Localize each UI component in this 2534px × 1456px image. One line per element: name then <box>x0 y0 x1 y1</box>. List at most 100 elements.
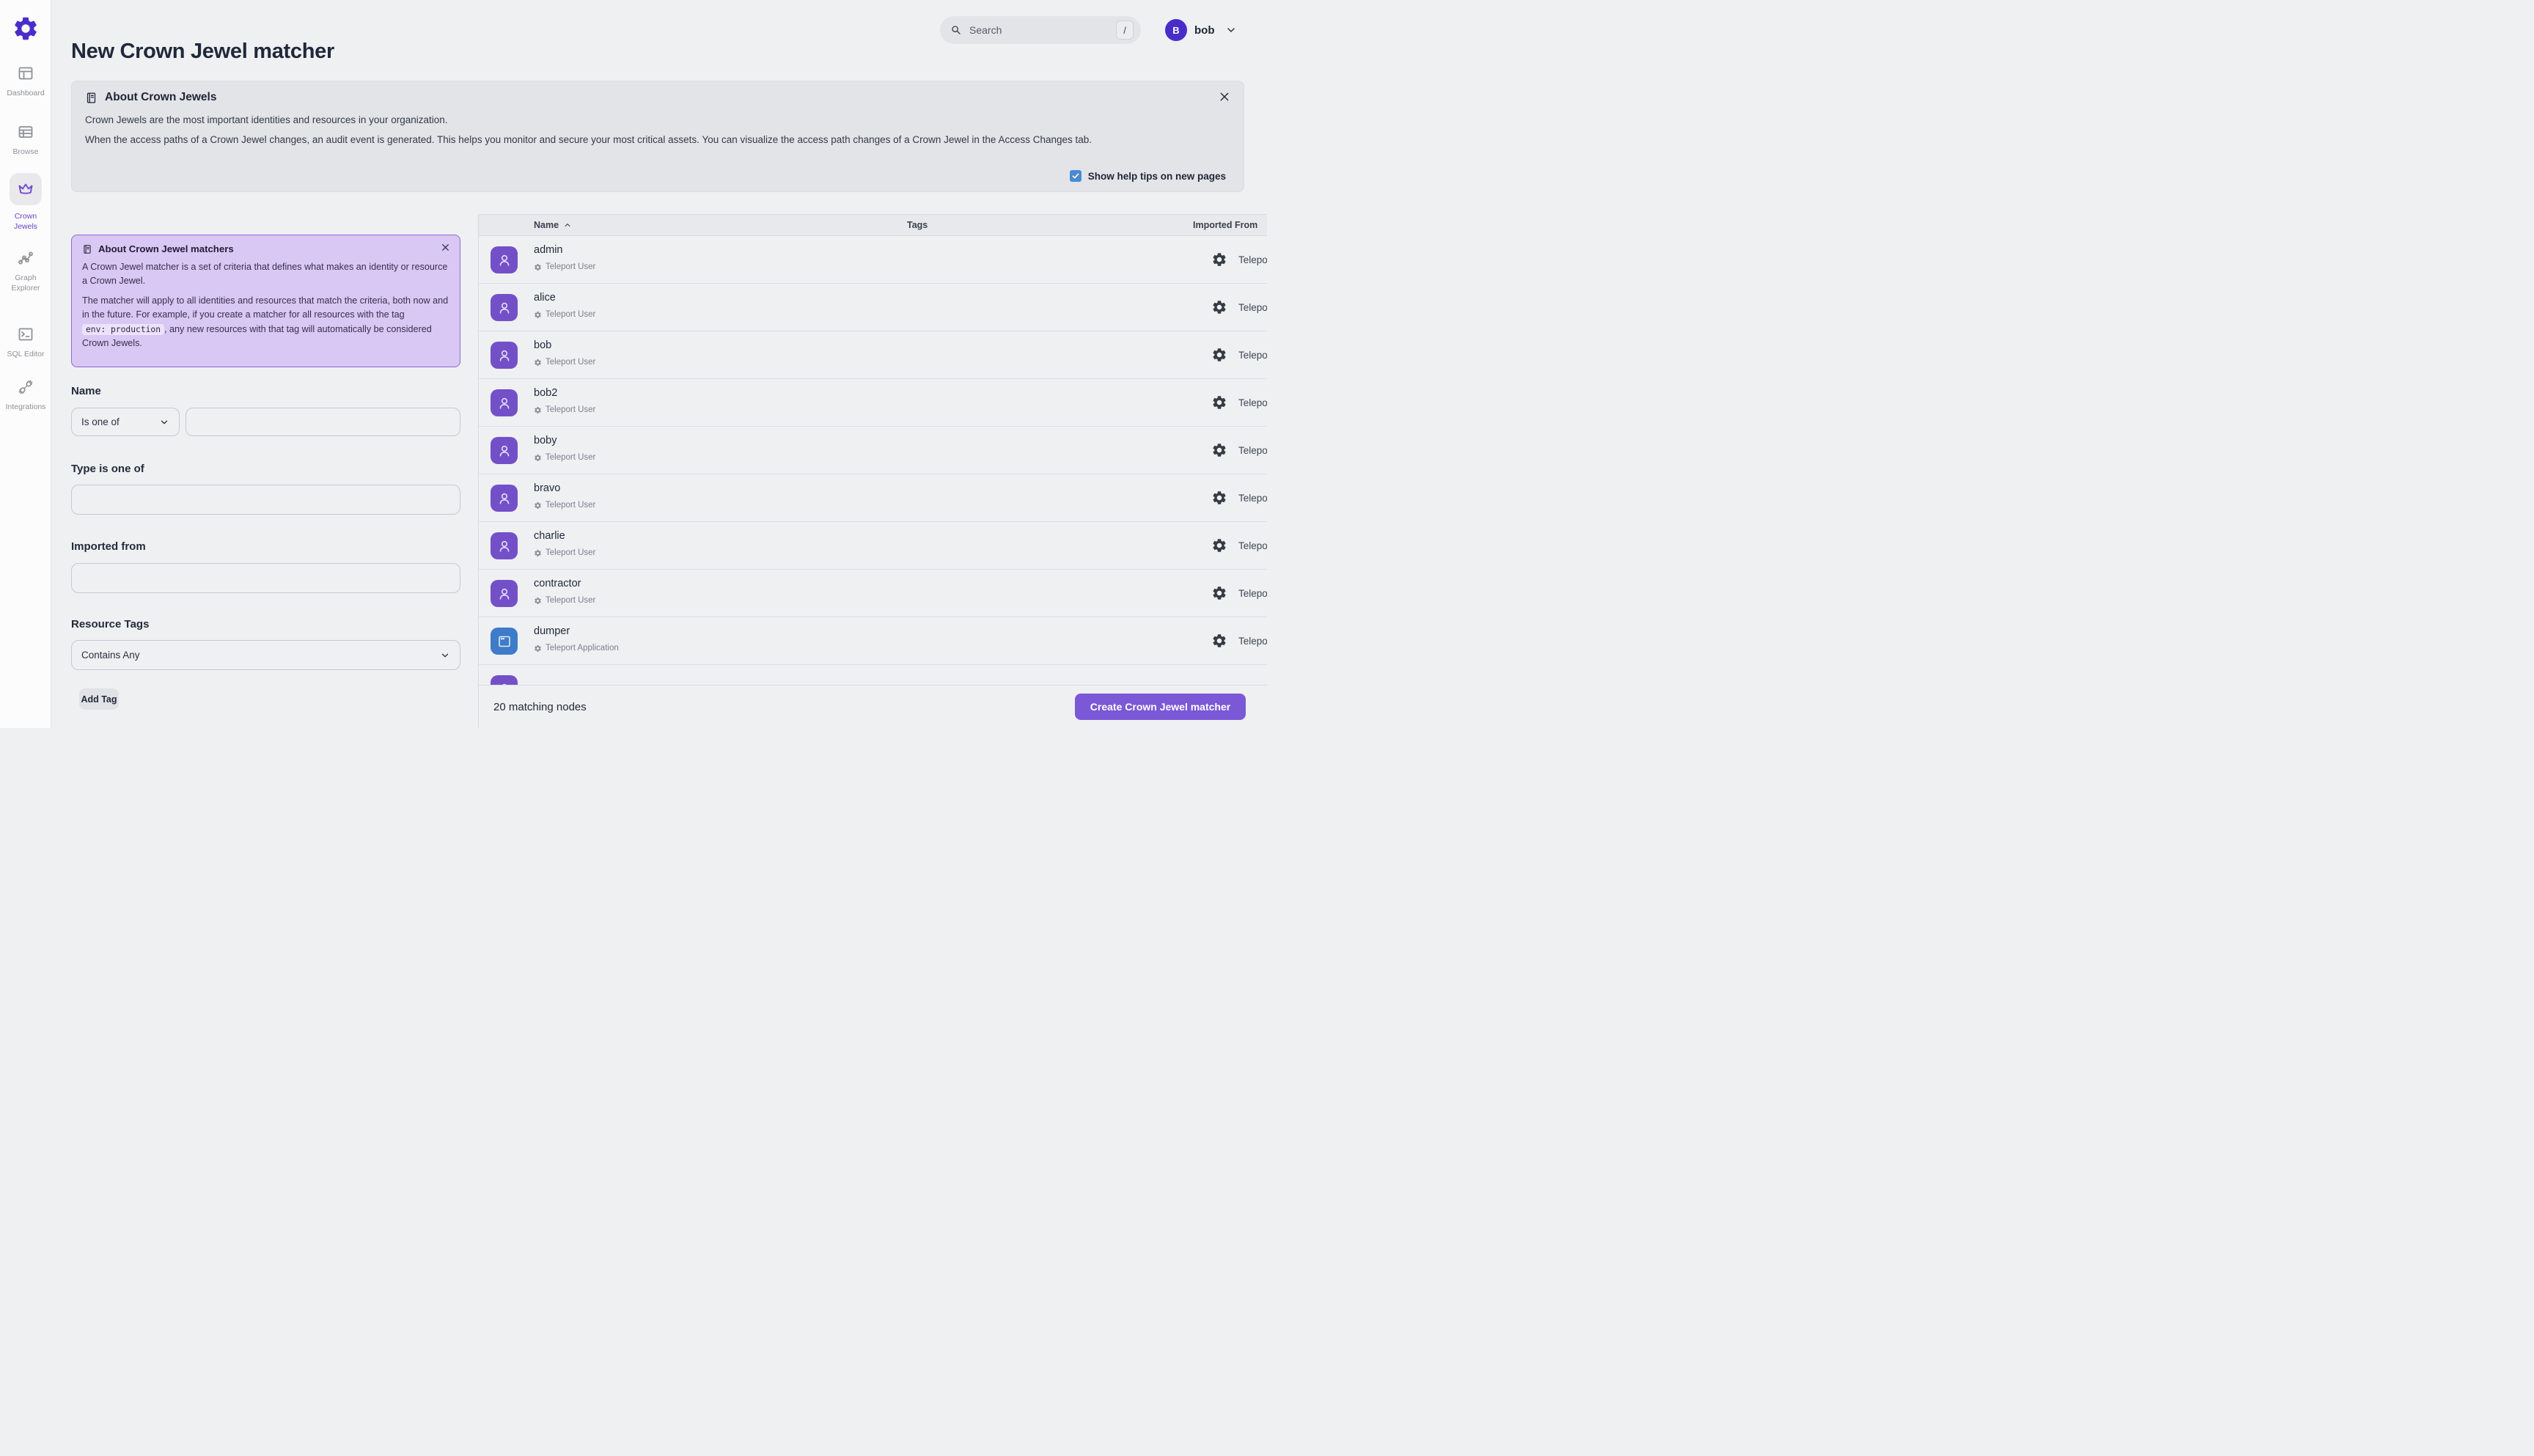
table-row[interactable]: alice Teleport User Teleport <box>479 284 1267 331</box>
table-row[interactable]: dumper Teleport Application Teleport <box>479 617 1267 665</box>
table-row[interactable]: admin Teleport User Teleport <box>479 236 1267 284</box>
person-icon <box>496 394 513 412</box>
sidebar-item-label: SQL Editor <box>7 350 45 359</box>
name-operator-value: Is one of <box>81 416 120 427</box>
person-icon <box>496 537 513 555</box>
crown-jewel-matcher-page: { "sidebar": { "items": [ { "label": "Da… <box>0 0 1267 728</box>
person-icon <box>496 585 513 603</box>
gear-icon <box>1211 442 1227 458</box>
gear-icon <box>534 597 542 605</box>
node-imported-from: Teleport <box>1238 540 1267 551</box>
table-row[interactable]: bob2 Teleport User Teleport <box>479 379 1267 427</box>
node-name: bob2 <box>534 387 558 399</box>
show-help-tips-toggle[interactable]: Show help tips on new pages <box>1069 170 1226 182</box>
sidebar-item-graph-explorer[interactable]: Graph Explorer <box>0 249 51 293</box>
user-menu[interactable]: B bob <box>1165 16 1237 44</box>
gear-icon <box>534 406 542 414</box>
table-row[interactable]: bob Teleport User Teleport <box>479 331 1267 379</box>
name-value-input[interactable] <box>186 408 460 436</box>
node-name: boby <box>534 435 557 446</box>
user-name: bob <box>1194 23 1215 37</box>
browse-icon <box>17 123 34 141</box>
gear-icon <box>1211 633 1227 649</box>
node-avatar <box>491 294 518 321</box>
type-field-label: Type is one of <box>71 463 144 475</box>
node-avatar <box>491 628 518 655</box>
node-avatar <box>491 532 518 559</box>
dashboard-icon <box>17 65 34 82</box>
gear-icon <box>1211 490 1227 506</box>
teleport-logo-gear-icon[interactable] <box>12 15 40 43</box>
table-row[interactable]: contractor Teleport User Teleport <box>479 570 1267 617</box>
name-field-label: Name <box>71 385 101 397</box>
close-icon[interactable] <box>1219 91 1230 103</box>
gear-icon <box>534 454 542 462</box>
node-name: dumper <box>534 625 570 637</box>
node-imported-from: Teleport <box>1238 349 1267 361</box>
sidebar-item-integrations[interactable]: Integrations <box>0 378 51 412</box>
tags-operator-select[interactable]: Contains Any <box>71 640 460 670</box>
gear-icon <box>534 549 542 557</box>
table-row[interactable]: bravo Teleport User Teleport <box>479 474 1267 522</box>
gear-icon <box>534 359 542 367</box>
help-tips-label: Show help tips on new pages <box>1087 170 1226 182</box>
crown-icon <box>17 180 34 198</box>
column-header-tags[interactable]: Tags <box>907 215 928 235</box>
node-imported-from: Teleport <box>1238 397 1267 408</box>
add-tag-button[interactable]: Add Tag <box>79 688 119 710</box>
create-crown-jewel-matcher-button[interactable]: Create Crown Jewel matcher <box>1075 694 1246 720</box>
banner-line-1: Crown Jewels are the most important iden… <box>85 114 448 125</box>
check-icon <box>1071 172 1080 180</box>
imported-from-input[interactable] <box>71 563 460 593</box>
table-footer: 20 matching nodes Create Crown Jewel mat… <box>479 685 1267 728</box>
node-name: alice <box>534 292 556 304</box>
gear-icon <box>1211 537 1227 554</box>
person-icon <box>496 251 513 269</box>
table-row[interactable]: boby Teleport User Teleport <box>479 427 1267 474</box>
sort-ascending-icon <box>563 221 572 229</box>
sidebar-item-sql-editor[interactable]: SQL Editor <box>0 326 51 359</box>
sidebar-item-label: Graph Explorer <box>11 273 40 293</box>
node-imported-from: Teleport <box>1238 301 1267 313</box>
card-title: About Crown Jewel matchers <box>98 243 234 254</box>
node-type: Teleport User <box>546 453 596 462</box>
node-name: bravo <box>534 482 561 494</box>
node-type: Teleport User <box>546 262 596 271</box>
node-list: admin Teleport User Teleport alice Telep… <box>479 236 1267 685</box>
node-imported-from: Teleport <box>1238 444 1267 456</box>
node-imported-from: Teleport <box>1238 635 1267 647</box>
column-header-imported-from[interactable]: Imported From <box>1193 215 1257 235</box>
sidebar-item-label: Browse <box>12 147 39 156</box>
name-operator-select[interactable]: Is one of <box>71 408 180 436</box>
person-icon <box>496 490 513 507</box>
sidebar-item-browse[interactable]: Browse <box>0 123 51 157</box>
node-type: Teleport User <box>546 405 596 414</box>
search-input[interactable] <box>969 24 1116 36</box>
type-value-input[interactable] <box>71 485 460 515</box>
about-matchers-card: About Crown Jewel matchers A Crown Jewel… <box>71 235 460 367</box>
tags-operator-value: Contains Any <box>81 650 140 661</box>
node-imported-from: Teleport <box>1238 492 1267 504</box>
help-tips-checkbox[interactable] <box>1069 170 1081 182</box>
table-row-partial[interactable] <box>479 665 1267 685</box>
node-type: Teleport User <box>546 501 596 510</box>
book-icon <box>85 92 98 104</box>
column-header-name[interactable]: Name <box>534 215 572 235</box>
node-name: admin <box>534 244 563 256</box>
search-bar[interactable]: / <box>940 16 1141 44</box>
node-avatar <box>491 389 518 416</box>
sidebar-item-crown-jewels[interactable]: Crown Jewels <box>0 173 51 232</box>
table-row[interactable]: charlie Teleport User Teleport <box>479 522 1267 570</box>
gear-icon <box>534 263 542 271</box>
node-imported-from: Teleport <box>1238 254 1267 265</box>
node-type: Teleport User <box>546 358 596 367</box>
node-avatar <box>491 437 518 464</box>
resource-tags-label: Resource Tags <box>71 618 150 630</box>
sidebar-item-dashboard[interactable]: Dashboard <box>0 65 51 98</box>
sidebar-item-label: Crown Jewels <box>13 212 38 232</box>
close-icon[interactable] <box>441 243 450 252</box>
page-title: New Crown Jewel matcher <box>71 40 334 63</box>
user-avatar <box>491 675 518 685</box>
plug-icon <box>17 378 34 396</box>
chevron-down-icon <box>159 417 169 427</box>
